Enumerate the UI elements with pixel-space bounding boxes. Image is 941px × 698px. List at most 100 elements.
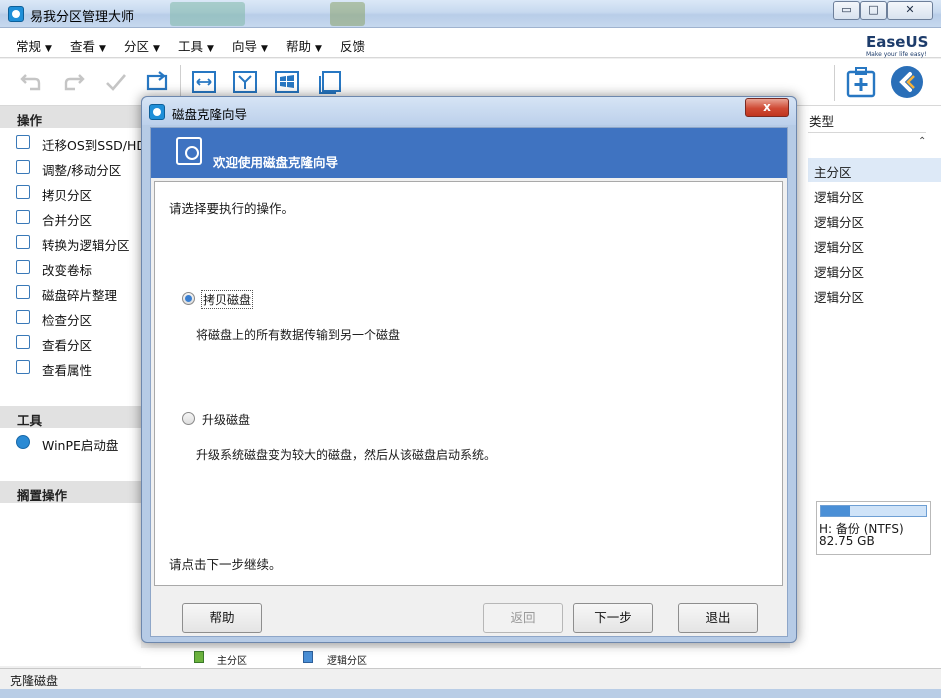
- menu-partition[interactable]: 分区 ▼: [124, 36, 160, 55]
- clone-disk-icon[interactable]: [845, 65, 877, 99]
- op-winpe[interactable]: WinPE启动盘: [0, 430, 141, 455]
- dialog-content: 欢迎使用磁盘克隆向导 请选择要执行的操作。 拷贝磁盘 将磁盘上的所有数据传输到另…: [150, 127, 788, 637]
- disk-clone-icon: [176, 137, 202, 165]
- op-label: WinPE启动盘: [42, 438, 119, 453]
- menu-label: 查看: [70, 39, 96, 54]
- refresh-icon[interactable]: [144, 69, 170, 95]
- menu-tools[interactable]: 工具 ▼: [178, 36, 214, 55]
- copy-disk-description: 将磁盘上的所有数据传输到另一个磁盘: [196, 328, 401, 342]
- menu-label: 向导: [232, 39, 258, 54]
- op-label: 调整/移动分区: [42, 163, 122, 178]
- chevron-down-icon: ▼: [315, 44, 322, 54]
- partition-row[interactable]: 主分区: [808, 158, 941, 182]
- upgrade-disk-radio[interactable]: [182, 412, 195, 425]
- primary-legend-swatch: [194, 651, 204, 663]
- next-button[interactable]: 下一步: [573, 603, 653, 633]
- menu-help[interactable]: 帮助 ▼: [286, 36, 322, 55]
- op-change-label[interactable]: 改变卷标: [0, 255, 141, 280]
- menu-label: 反馈: [340, 39, 366, 54]
- upgrade-disk-option-label[interactable]: 升级磁盘: [202, 411, 250, 428]
- pending-operations-header: 搁置操作: [0, 481, 141, 503]
- op-explore-partition[interactable]: 查看分区: [0, 330, 141, 355]
- apply-icon[interactable]: [103, 69, 129, 95]
- undo-icon[interactable]: [18, 69, 44, 95]
- op-label: 检查分区: [42, 313, 93, 328]
- op-label: 查看分区: [42, 338, 93, 353]
- left-panel: 操作 迁移OS到SSD/HDD 调整/移动分区 拷贝分区 合并分区 转换为逻辑分…: [0, 106, 156, 666]
- op-label: 查看属性: [42, 363, 93, 378]
- copy-disk-option-label[interactable]: 拷贝磁盘: [201, 290, 254, 309]
- op-convert-logical[interactable]: 转换为逻辑分区: [0, 230, 141, 255]
- maximize-button[interactable]: □: [860, 1, 887, 20]
- dialog-title-bar: 磁盘克隆向导 x: [142, 97, 796, 125]
- winpe-icon: [16, 435, 30, 449]
- partition-size: 82.75 GB: [819, 534, 875, 548]
- exit-button[interactable]: 退出: [678, 603, 758, 633]
- properties-icon: [16, 360, 30, 374]
- brand-name: EaseUS: [866, 33, 929, 51]
- menu-label: 常规: [16, 39, 42, 54]
- upgrade-disk-description: 升级系统磁盘变为较大的磁盘，然后从该磁盘启动系统。: [196, 448, 497, 462]
- migrate-os-icon: [16, 135, 30, 149]
- menu-wizard[interactable]: 向导 ▼: [232, 36, 268, 55]
- menu-label: 帮助: [286, 39, 312, 54]
- resize-move-icon: [16, 160, 30, 174]
- copy-disk-radio[interactable]: [182, 292, 195, 305]
- op-label: 改变卷标: [42, 263, 93, 278]
- convert-logical-icon: [16, 235, 30, 249]
- partition-card[interactable]: H: 备份 (NTFS) 82.75 GB: [816, 501, 931, 555]
- op-label: 磁盘碎片整理: [42, 288, 118, 303]
- op-label: 迁移OS到SSD/HDD: [42, 138, 156, 153]
- background-thumbnail: [170, 2, 245, 26]
- dialog-prompt: 请选择要执行的操作。: [169, 201, 295, 216]
- brand-tagline: Make your life easy!: [866, 51, 927, 58]
- copy-icon[interactable]: [316, 69, 342, 95]
- merge-icon[interactable]: [232, 69, 258, 95]
- copy-partition-icon: [16, 185, 30, 199]
- toolbar-divider: [834, 65, 835, 101]
- partition-row[interactable]: 逻辑分区: [808, 283, 941, 307]
- partition-row[interactable]: 逻辑分区: [808, 208, 941, 232]
- chevron-down-icon: ▼: [153, 44, 160, 54]
- status-bar: 克隆磁盘: [0, 668, 941, 689]
- op-check-partition[interactable]: 检查分区: [0, 305, 141, 330]
- operations-header: 操作: [0, 106, 141, 128]
- legend: 主分区 逻辑分区: [141, 648, 941, 668]
- op-properties[interactable]: 查看属性: [0, 355, 141, 380]
- primary-legend-label: 主分区: [217, 656, 247, 667]
- dialog-body: 请选择要执行的操作。 拷贝磁盘 将磁盘上的所有数据传输到另一个磁盘 升级磁盘 升…: [154, 181, 783, 586]
- resize-icon[interactable]: [191, 69, 217, 95]
- help-button[interactable]: 帮助: [182, 603, 262, 633]
- menu-general[interactable]: 常规 ▼: [16, 36, 52, 55]
- partition-row[interactable]: 逻辑分区: [808, 233, 941, 257]
- op-merge-partition[interactable]: 合并分区: [0, 205, 141, 230]
- back-arrow-icon[interactable]: [890, 65, 924, 99]
- title-bar: 易我分区管理大师 ▭ □ ✕: [0, 0, 941, 28]
- partition-list: 类型 ⌃ 主分区 逻辑分区 逻辑分区 逻辑分区 逻辑分区 逻辑分区: [790, 106, 941, 501]
- partition-row[interactable]: 逻辑分区: [808, 258, 941, 282]
- back-button[interactable]: 返回: [483, 603, 563, 633]
- close-button[interactable]: ✕: [887, 1, 933, 20]
- minimize-button[interactable]: ▭: [833, 1, 860, 20]
- redo-icon[interactable]: [61, 69, 87, 95]
- status-text: 克隆磁盘: [10, 674, 59, 688]
- collapse-icon[interactable]: ⌃: [918, 136, 926, 147]
- defrag-icon: [16, 285, 30, 299]
- op-label: 合并分区: [42, 213, 93, 228]
- op-copy-partition[interactable]: 拷贝分区: [0, 180, 141, 205]
- op-defrag[interactable]: 磁盘碎片整理: [0, 280, 141, 305]
- dialog-close-button[interactable]: x: [745, 98, 789, 117]
- type-column-header[interactable]: 类型: [809, 111, 834, 130]
- partition-row[interactable]: 逻辑分区: [808, 183, 941, 207]
- tools-header: 工具: [0, 406, 141, 428]
- chevron-down-icon: ▼: [45, 44, 52, 54]
- menu-feedback[interactable]: 反馈: [340, 36, 365, 55]
- dialog-banner: 欢迎使用磁盘克隆向导: [151, 128, 787, 178]
- menu-bar: 常规 ▼ 查看 ▼ 分区 ▼ 工具 ▼ 向导 ▼ 帮助 ▼ 反馈: [0, 28, 941, 58]
- op-migrate-os[interactable]: 迁移OS到SSD/HDD: [0, 130, 156, 155]
- menu-view[interactable]: 查看 ▼: [70, 36, 106, 55]
- window-title: 易我分区管理大师: [30, 10, 135, 25]
- windows-icon[interactable]: [274, 69, 300, 95]
- op-resize-move[interactable]: 调整/移动分区: [0, 155, 141, 180]
- chevron-down-icon: ▼: [207, 44, 214, 54]
